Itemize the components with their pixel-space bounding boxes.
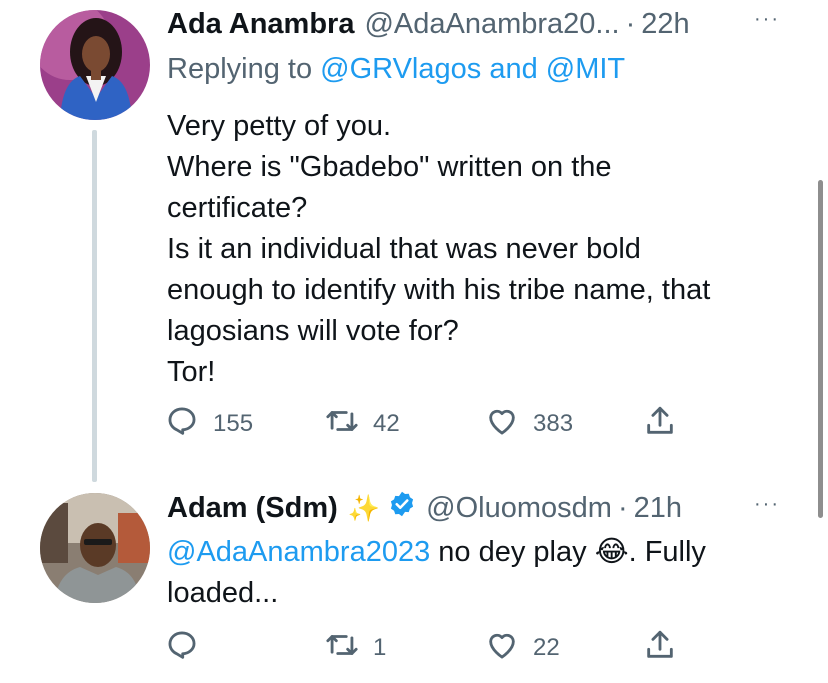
replying-to: Replying to @GRVlagos and @MIT bbox=[167, 53, 625, 86]
tweet-text-line: Is it an individual that was never bold bbox=[167, 233, 641, 265]
separator-dot: · bbox=[617, 491, 628, 524]
tweet-text-line: loaded... bbox=[167, 577, 279, 609]
retweet-button[interactable]: 1 bbox=[325, 628, 386, 669]
heart-icon bbox=[485, 404, 519, 445]
share-icon bbox=[643, 404, 677, 445]
thread-connector-line bbox=[92, 130, 97, 482]
tweet-text-line: certificate? bbox=[167, 192, 308, 224]
tweet-header: Ada Anambra @AdaAnambra20... · 22h bbox=[167, 4, 690, 44]
replying-prefix: Replying to bbox=[167, 53, 313, 85]
reply-icon bbox=[165, 404, 199, 445]
scrollbar[interactable] bbox=[818, 180, 823, 518]
heart-icon bbox=[485, 628, 519, 669]
sparkles-emoji: ✨ bbox=[347, 492, 381, 523]
tweet-text-line: enough to identify with his tribe name, … bbox=[167, 274, 711, 306]
tweet-header: Adam (Sdm) ✨ @Oluomosdm · 21h bbox=[167, 488, 682, 528]
tweet-text-line: @AdaAnambra2023 no dey play 😂. Fully bbox=[167, 532, 807, 573]
reply-icon bbox=[165, 628, 199, 669]
tweet-text-line: lagosians will vote for? bbox=[167, 315, 459, 347]
retweet-icon bbox=[325, 628, 359, 669]
author-name[interactable]: Ada Anambra bbox=[167, 8, 354, 41]
tweet-text-line: Very petty of you. bbox=[167, 110, 392, 142]
mention-link[interactable]: @GRVlagos bbox=[320, 53, 481, 85]
author-handle[interactable]: @AdaAnambra20... bbox=[364, 8, 619, 41]
share-button[interactable] bbox=[643, 628, 677, 669]
verified-badge-icon bbox=[388, 490, 416, 526]
author-name[interactable]: Adam (Sdm) bbox=[167, 492, 338, 525]
separator-dot: · bbox=[625, 7, 636, 40]
mention-link[interactable]: @MIT bbox=[546, 53, 625, 85]
tweet-text-segment: . Fully bbox=[628, 536, 706, 568]
retweet-count: 1 bbox=[373, 634, 387, 661]
replying-and[interactable]: and bbox=[489, 53, 537, 85]
reply-count: 155 bbox=[213, 410, 254, 437]
avatar-ada-anambra[interactable] bbox=[40, 10, 150, 120]
tweet-text-segment: no dey play bbox=[430, 536, 595, 568]
share-icon bbox=[643, 628, 677, 669]
laughing-emoji: 😂 bbox=[594, 536, 629, 568]
retweet-button[interactable]: 42 bbox=[325, 404, 400, 445]
tweet-text: @AdaAnambra2023 no dey play 😂. Fully loa… bbox=[167, 532, 807, 614]
tweet-timestamp[interactable]: 22h bbox=[641, 8, 689, 41]
reply-button[interactable]: 155 bbox=[165, 404, 253, 445]
like-count: 22 bbox=[533, 634, 560, 661]
like-button[interactable]: 383 bbox=[485, 404, 573, 445]
tweet-timestamp[interactable]: 21h bbox=[634, 492, 682, 525]
like-count: 383 bbox=[533, 410, 574, 437]
tweet-text-line: Where is "Gbadebo" written on the bbox=[167, 151, 612, 183]
more-horizontal-icon[interactable]: ··· bbox=[754, 493, 780, 516]
retweet-icon bbox=[325, 404, 359, 445]
tweet-text: Very petty of you. Where is "Gbadebo" wr… bbox=[167, 106, 807, 393]
mention-link[interactable]: @AdaAnambra2023 bbox=[167, 536, 430, 568]
retweet-count: 42 bbox=[373, 410, 400, 437]
author-handle[interactable]: @Oluomosdm bbox=[426, 492, 612, 525]
tweet-text-line: Tor! bbox=[167, 356, 216, 388]
more-horizontal-icon[interactable]: ··· bbox=[754, 8, 780, 31]
share-button[interactable] bbox=[643, 404, 677, 445]
reply-button[interactable] bbox=[165, 628, 199, 669]
avatar-adam-sdm[interactable] bbox=[40, 493, 150, 603]
like-button[interactable]: 22 bbox=[485, 628, 560, 669]
